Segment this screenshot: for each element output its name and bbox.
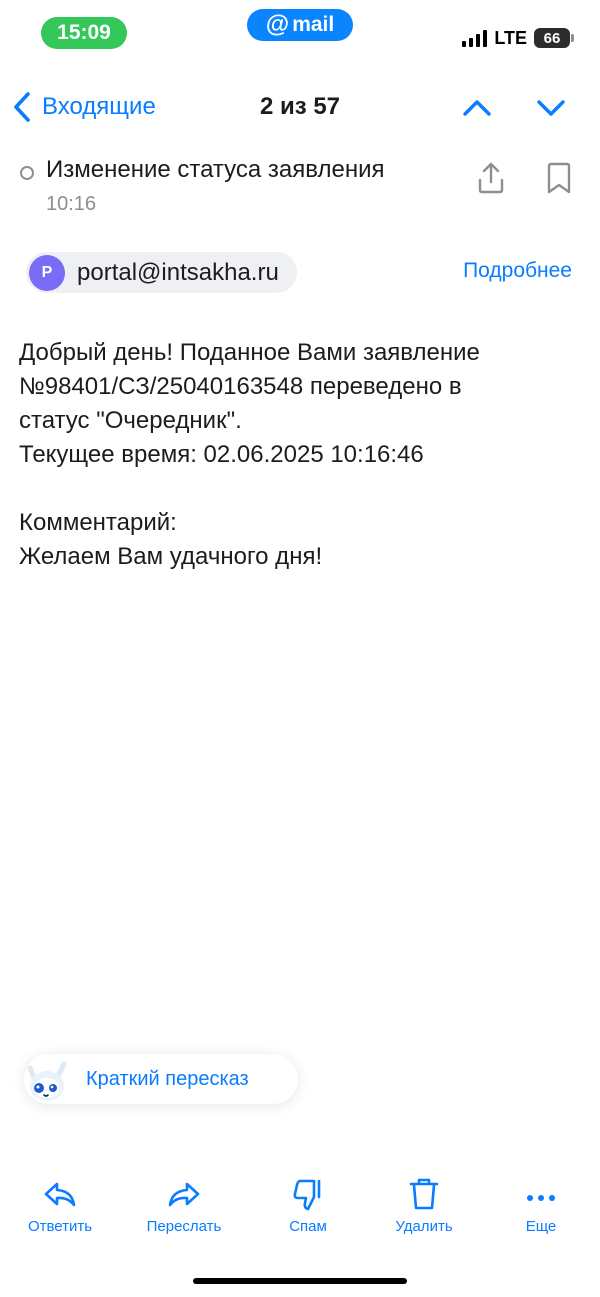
spam-label: Спам <box>289 1218 327 1235</box>
battery-icon: 66 <box>534 28 574 48</box>
bottom-toolbar: Ответить Переслать Спам Удалить Еще <box>0 1176 600 1246</box>
app-badge-label: mail <box>292 13 335 36</box>
next-message-button[interactable] <box>532 88 570 126</box>
body-line: Добрый день! Поданное Вами заявление <box>19 339 480 366</box>
battery-level: 66 <box>543 29 561 47</box>
trash-icon <box>409 1178 439 1210</box>
body-line: Комментарий: <box>19 509 177 536</box>
forward-button[interactable]: Переслать <box>129 1176 239 1235</box>
share-button[interactable] <box>474 160 508 196</box>
more-button[interactable]: Еще <box>486 1176 596 1235</box>
details-link[interactable]: Подробнее <box>463 259 572 283</box>
message-counter-text: 2 из 57 <box>259 93 341 120</box>
forward-label: Переслать <box>146 1218 222 1235</box>
message-subject: Изменение статуса заявления <box>46 156 385 183</box>
forward-icon <box>168 1182 200 1207</box>
body-line: №98401/СЗ/25040163548 переведено в <box>19 373 462 400</box>
message-body: Добрый день! Поданное Вами заявление №98… <box>19 336 589 574</box>
reply-icon <box>44 1182 76 1207</box>
body-line: статус "Очередник". <box>19 407 242 434</box>
chevron-up-icon <box>463 100 491 116</box>
thumbs-down-icon <box>293 1179 321 1211</box>
status-indicators: LTE 66 <box>462 26 574 50</box>
avatar: P <box>29 254 65 291</box>
delete-button[interactable]: Удалить <box>369 1176 479 1235</box>
back-button[interactable]: Входящие <box>12 82 156 132</box>
sender-chip[interactable]: P portal@intsakha.ru <box>26 252 297 293</box>
summary-label: Краткий пересказ <box>86 1067 249 1090</box>
message-time: 10:16 <box>46 193 97 215</box>
read-status-toggle[interactable] <box>20 166 34 180</box>
home-indicator[interactable] <box>193 1278 407 1284</box>
more-icon <box>527 1195 555 1201</box>
chevron-down-icon <box>537 100 565 116</box>
more-label: Еще <box>525 1218 557 1235</box>
previous-message-button[interactable] <box>458 88 496 126</box>
mascot-icon <box>27 1061 67 1101</box>
bookmark-button[interactable] <box>542 160 576 196</box>
reply-button[interactable]: Ответить <box>5 1176 115 1235</box>
sender-email: portal@intsakha.ru <box>77 258 279 286</box>
summary-button[interactable]: Краткий пересказ <box>24 1054 298 1104</box>
network-type: LTE <box>494 27 527 48</box>
chevron-left-icon <box>14 92 30 122</box>
status-time: 15:09 <box>41 17 127 49</box>
bookmark-icon <box>547 162 571 194</box>
body-line: Текущее время: 02.06.2025 10:16:46 <box>19 441 424 468</box>
app-badge: @ mail <box>247 9 353 41</box>
delete-label: Удалить <box>395 1218 453 1235</box>
reply-label: Ответить <box>27 1218 93 1235</box>
share-icon <box>478 162 504 194</box>
nav-bar: 2 из 57 Входящие <box>0 82 600 132</box>
at-icon: @ <box>265 11 290 38</box>
body-line: Желаем Вам удачного дня! <box>19 543 323 570</box>
signal-icon <box>462 29 488 47</box>
back-label: Входящие <box>42 93 156 120</box>
spam-button[interactable]: Спам <box>253 1176 363 1235</box>
